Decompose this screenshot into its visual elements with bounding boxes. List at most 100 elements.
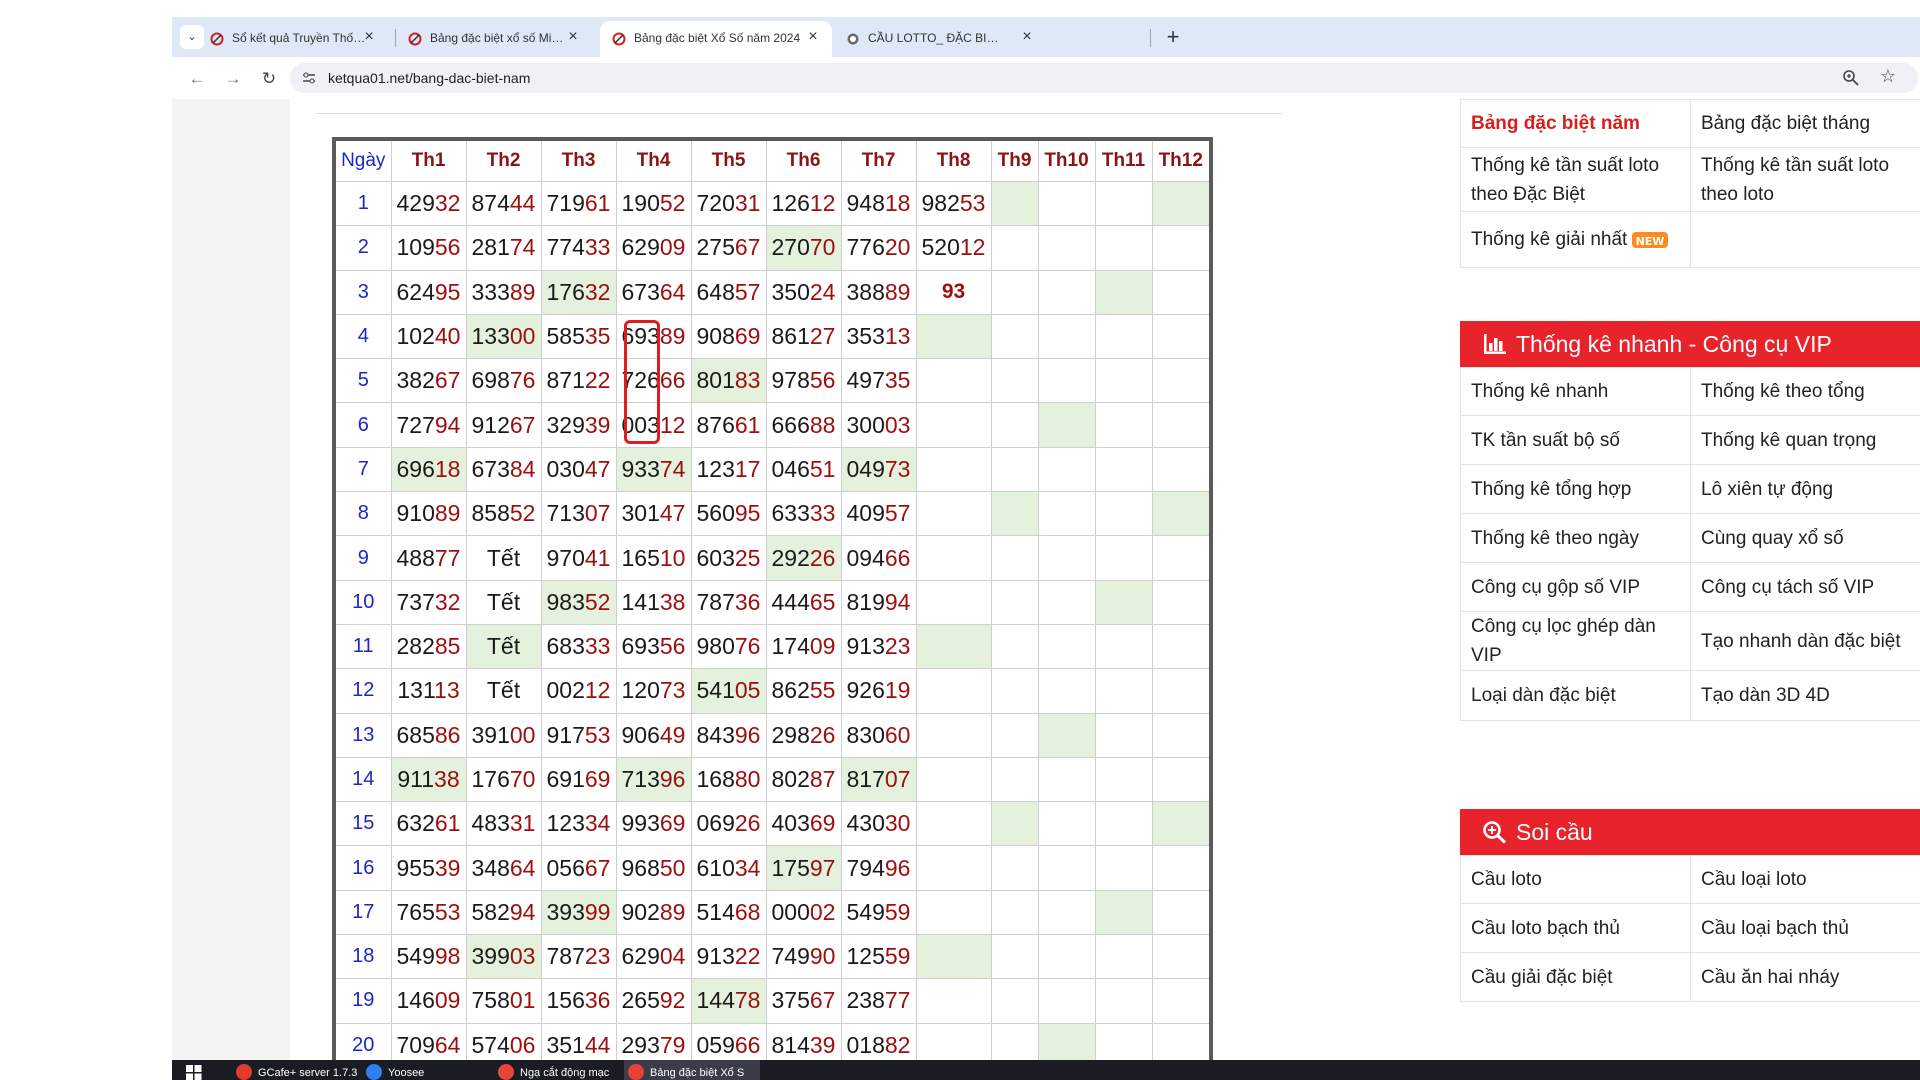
prize-head-digits: 301	[621, 500, 660, 527]
link-thong-ke-giai-nhat[interactable]: Thống kê giải nhất NEW	[1460, 211, 1691, 268]
site-favicon-icon	[612, 32, 626, 46]
tab-1-title: Sổ kết quả Truyền Thống - Tổng	[232, 31, 368, 45]
prize-tail-digits: 59	[884, 898, 911, 925]
column-header-month: Th7	[840, 138, 917, 182]
prize-cell	[1094, 180, 1153, 227]
taskbar-item-chrome-2[interactable]: Bảng đặc biệt Xổ S	[624, 1060, 760, 1080]
prize-cell: 62909	[615, 225, 692, 271]
taskbar-label: Ngạ cắt động mạc	[520, 1067, 610, 1079]
sidebar-link[interactable]: Thống kê nhanh	[1460, 367, 1691, 416]
link-tan-suat-loto-theo-loto[interactable]: Thống kê tần suất loto theo loto	[1690, 147, 1920, 212]
tab-3-active[interactable]: Bảng đặc biệt Xổ Số năm 2024 ×	[600, 21, 832, 57]
prize-tail-digits: 39	[434, 854, 461, 881]
prize-tail-digits: 39	[809, 1031, 836, 1058]
soi-cau-links-grid: Cầu loto Cầu loại loto Cầu loto bạch thủ Cầ…	[1460, 855, 1920, 1002]
zoom-icon[interactable]	[1842, 69, 1860, 87]
sidebar-link[interactable]: Cầu loto	[1460, 855, 1691, 904]
prize-tail-digits: 12	[659, 411, 686, 438]
prize-head-digits: 102	[396, 323, 435, 350]
sidebar-link[interactable]: Cầu loại loto	[1690, 855, 1920, 904]
tab-2[interactable]: Bảng đặc biệt xổ số Miền Bắc tổ ×	[396, 21, 592, 57]
prize-head-digits: 926	[846, 677, 885, 704]
prize-cell	[990, 491, 1039, 537]
prize-head-digits: 270	[771, 234, 810, 261]
sidebar-link[interactable]: Thống kê theo ngày	[1460, 513, 1691, 563]
link-bang-dac-biet-nam[interactable]: Bảng đặc biệt năm	[1460, 99, 1691, 148]
prize-cell	[990, 402, 1039, 448]
url-text[interactable]: ketqua01.net/bang-dac-biet-nam	[328, 70, 530, 86]
sidebar-link[interactable]: Cầu ăn hai nháy	[1690, 952, 1920, 1002]
sidebar-link[interactable]: Thống kê quan trọng	[1690, 415, 1920, 465]
link-thong-ke-giai-nhat-label: Thống kê giải nhất	[1471, 229, 1628, 250]
prize-head-digits: 906	[621, 721, 660, 748]
sidebar-link[interactable]: Tạo dàn 3D 4D	[1690, 670, 1920, 721]
prize-cell: 16510	[615, 535, 692, 581]
prize-cell: 17597	[765, 845, 842, 891]
prize-cell	[1037, 402, 1096, 448]
tab-1[interactable]: Sổ kết quả Truyền Thống - Tổng ×	[178, 21, 374, 57]
taskbar-label: Bảng đặc biệt Xổ S	[650, 1067, 745, 1079]
back-arrow-icon[interactable]: ←	[184, 66, 210, 92]
tab-3-close-icon[interactable]: ×	[804, 28, 822, 46]
prize-head-digits: 858	[471, 500, 510, 527]
sidebar-link[interactable]: Công cụ tách số VIP	[1690, 562, 1920, 612]
prize-head-digits: 666	[771, 411, 810, 438]
tab-4[interactable]: CẦU LOTTO_ ĐẶC BIỆT 2D 3D 4D ×	[834, 21, 1046, 57]
prize-cell: 09466	[840, 535, 917, 581]
prize-cell: 98352	[540, 579, 617, 625]
bookmark-star-icon[interactable]: ☆	[1880, 66, 1896, 87]
sidebar-link[interactable]: Công cụ lọc ghép dàn VIP	[1460, 611, 1691, 671]
prize-tail-digits: 55	[809, 677, 836, 704]
sidebar-link[interactable]: Cùng quay xổ số	[1690, 513, 1920, 563]
prize-head-digits: 549	[846, 898, 885, 925]
prize-cell: 19052	[615, 180, 692, 227]
prize-head-digits: Tết	[486, 544, 521, 571]
forward-arrow-icon[interactable]: →	[220, 66, 246, 92]
sidebar-link[interactable]: Tạo nhanh dàn đặc biệt	[1690, 611, 1920, 671]
site-settings-icon[interactable]	[302, 71, 316, 85]
taskbar-item-gcafe[interactable]: GCafe+ server 1.7.3	[232, 1060, 357, 1080]
sidebar-link[interactable]: Cầu loto bạch thủ	[1460, 903, 1691, 953]
table-row: 1 42932 87444 71961 19052 72031 12612 94818 9825…	[333, 180, 1212, 227]
taskbar-item-chrome-1[interactable]: Ngạ cắt động mạc	[494, 1060, 609, 1080]
prize-head-digits: 275	[696, 234, 735, 261]
prize-cell	[990, 845, 1039, 891]
tab-1-close-icon[interactable]: ×	[360, 28, 378, 46]
sidebar-link[interactable]: TK tần suất bộ số	[1460, 415, 1691, 465]
prize-cell: 04651	[765, 446, 842, 493]
reload-icon[interactable]: ↻	[256, 66, 282, 92]
prize-cell: 98253	[915, 180, 992, 227]
sidebar-link[interactable]: Cầu giải đặc biệt	[1460, 952, 1691, 1002]
prize-tail-digits: 25	[734, 544, 761, 571]
sidebar-link[interactable]: Thống kê tổng hợp	[1460, 464, 1691, 514]
prize-cell	[990, 535, 1039, 581]
sidebar-link[interactable]: Công cụ gộp số VIP	[1460, 562, 1691, 612]
tab-2-close-icon[interactable]: ×	[564, 28, 582, 46]
prize-head-digits: 629	[621, 943, 660, 970]
prize-cell: 26592	[615, 978, 692, 1024]
sidebar-link[interactable]: Thống kê theo tổng	[1690, 367, 1920, 416]
address-bar[interactable]: ketqua01.net/bang-dac-biet-nam ☆	[290, 63, 1918, 93]
sidebar-link[interactable]: Loại dàn đặc biệt	[1460, 670, 1691, 721]
sidebar-link[interactable]: Lô xiên tự động	[1690, 464, 1920, 514]
windows-start-icon[interactable]	[186, 1065, 202, 1080]
prize-head-digits: 917	[546, 721, 585, 748]
link-tan-suat-loto-dac-biet[interactable]: Thống kê tần suất loto theo Đặc Biệt	[1460, 147, 1691, 212]
link-bang-dac-biet-thang[interactable]: Bảng đặc biệt tháng	[1690, 99, 1920, 148]
prize-cell: 74990	[765, 934, 842, 980]
table-row: 15 63261 48331 12334 99369 06926 40369 43030	[333, 801, 1212, 847]
prize-head-digits: 910	[396, 500, 435, 527]
prize-tail-digits: 44	[509, 190, 536, 217]
prize-cell	[915, 491, 992, 537]
taskbar-item-yoosee[interactable]: Yoosee	[362, 1060, 424, 1080]
new-tab-button[interactable]: +	[1160, 24, 1186, 50]
prize-tail-digits: 85	[434, 633, 461, 660]
prize-tail-digits: 89	[659, 323, 686, 350]
tab-4-close-icon[interactable]: ×	[1018, 28, 1036, 46]
prize-tail-digits: 93	[941, 280, 966, 304]
day-number: 17	[333, 889, 392, 936]
sidebar-link[interactable]: Cầu loại bạch thủ	[1690, 903, 1920, 953]
prize-cell: 54959	[840, 889, 917, 936]
prize-cell: 58294	[465, 889, 542, 936]
prize-tail-digits: 09	[809, 633, 836, 660]
